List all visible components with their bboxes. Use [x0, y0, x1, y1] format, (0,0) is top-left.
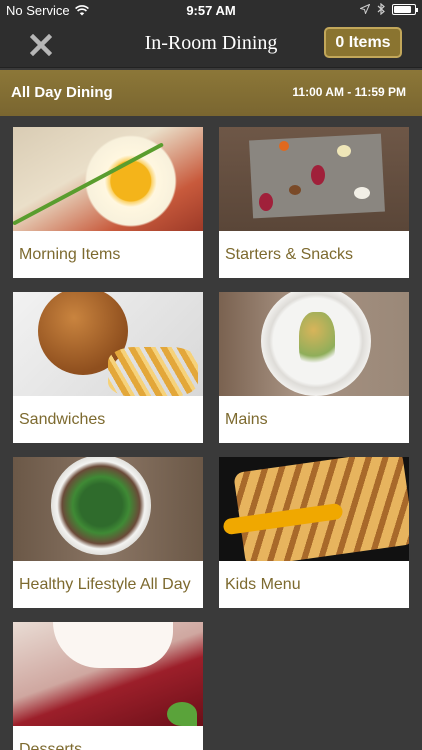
- status-time: 9:57 AM: [186, 3, 236, 18]
- kids-menu-photo: [219, 457, 409, 561]
- bluetooth-icon: [377, 3, 385, 15]
- desserts-photo: [13, 622, 203, 726]
- cart-items-button[interactable]: 0 Items: [324, 27, 402, 58]
- category-grid: Morning Items Starters & Snacks Sandwich…: [13, 127, 409, 750]
- category-tile-morning-items[interactable]: Morning Items: [13, 127, 203, 278]
- starters-snacks-photo: [219, 127, 409, 231]
- status-right: [360, 3, 418, 15]
- status-bar: No Service 9:57 AM: [0, 0, 422, 22]
- category-tile-kids-menu[interactable]: Kids Menu: [219, 457, 409, 608]
- sandwiches-photo: [13, 292, 203, 396]
- section-hours: 11:00 AM - 11:59 PM: [292, 85, 406, 99]
- section-title: All Day Dining: [11, 84, 113, 101]
- category-label: Mains: [225, 410, 268, 428]
- category-label: Sandwiches: [19, 410, 106, 428]
- morning-items-photo: [13, 127, 203, 231]
- category-tile-sandwiches[interactable]: Sandwiches: [13, 292, 203, 443]
- section-header: All Day Dining 11:00 AM - 11:59 PM: [0, 70, 422, 116]
- battery-icon: [392, 3, 418, 15]
- category-tile-starters-snacks[interactable]: Starters & Snacks: [219, 127, 409, 278]
- category-label: Healthy Lifestyle All Day: [19, 575, 191, 593]
- category-label: Morning Items: [19, 245, 121, 263]
- category-label: Desserts: [19, 740, 83, 750]
- category-label: Starters & Snacks: [225, 245, 354, 263]
- category-tile-healthy-lifestyle[interactable]: Healthy Lifestyle All Day: [13, 457, 203, 608]
- category-tile-mains[interactable]: Mains: [219, 292, 409, 443]
- category-label: Kids Menu: [225, 575, 301, 593]
- nav-bar: In-Room Dining 0 Items: [0, 22, 422, 68]
- location-arrow-icon: [360, 4, 370, 14]
- category-tile-desserts[interactable]: Desserts: [13, 622, 203, 750]
- battery-level: [394, 5, 411, 13]
- healthy-lifestyle-photo: [13, 457, 203, 561]
- mains-photo: [219, 292, 409, 396]
